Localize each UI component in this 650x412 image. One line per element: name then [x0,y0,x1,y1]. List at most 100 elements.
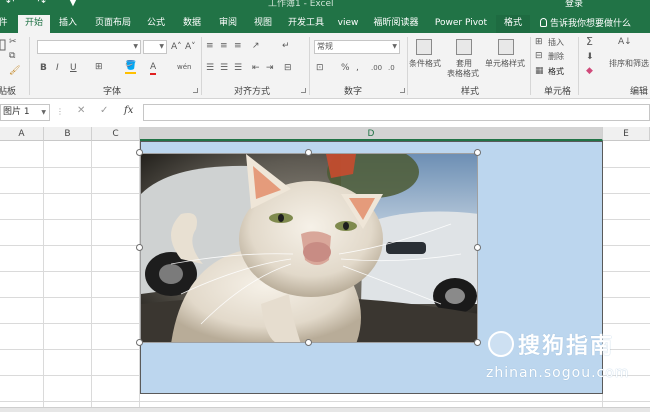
column-header-e[interactable]: E [603,127,650,141]
column-header-c[interactable]: C [92,127,140,141]
cell-styles-icon[interactable] [498,39,514,55]
tab-foxit-reader[interactable]: 福昕阅读器 [371,15,421,33]
format-cells-button[interactable]: 格式 [548,67,564,77]
font-name-box[interactable]: ▼ [37,40,141,54]
decrease-font-icon[interactable]: A˅ [185,42,196,53]
sort-filter-button[interactable]: 排序和筛选 [609,59,649,69]
tab-view[interactable]: 视图 [248,15,278,33]
cell-styles-button[interactable]: 单元格样式 [485,59,525,69]
tab-data[interactable]: 数据 [177,15,207,33]
bottom-align-icon[interactable]: ≡ [234,41,242,52]
tab-home[interactable]: 开始 [18,15,50,33]
fill-icon[interactable]: ⬇ [586,52,594,63]
borders-icon[interactable]: ⊞ [95,62,103,73]
resize-handle-top-left[interactable] [136,149,143,156]
percent-style-button[interactable]: % [341,63,350,74]
conditional-format-icon[interactable] [416,39,432,55]
decrease-decimal-icon[interactable]: .0 [388,63,395,74]
formula-bar: 图片 1 ▼ ⋮ ✕ ✓ fx [0,99,650,127]
merge-center-icon[interactable]: ⊟ [284,63,292,74]
table-format-icon[interactable] [456,39,472,55]
sheet-tab-strip [0,407,650,412]
italic-button[interactable]: I [56,63,59,74]
middle-align-icon[interactable]: ≡ [220,41,228,52]
wrap-text-icon[interactable]: ↵ [282,41,290,52]
tab-power-pivot[interactable]: Power Pivot [430,15,492,33]
outdent-icon[interactable]: ⇥ [266,63,274,74]
align-left-icon[interactable]: ☰ [206,63,214,74]
resize-handle-bottom-left[interactable] [136,339,143,346]
format-painter-icon[interactable]: 🖌 [9,66,20,77]
delete-cells-button[interactable]: 删除 [548,52,564,62]
group-divider [530,37,531,95]
accounting-format-icon[interactable]: ⊡ [316,63,324,74]
resize-handle-top[interactable] [305,149,312,156]
delete-cells-icon[interactable]: ⊟ [535,51,543,62]
resize-handle-right[interactable] [474,244,481,251]
copy-icon[interactable]: ⧉ [9,51,15,62]
font-size-box[interactable]: ▼ [143,40,167,54]
chevron-down-icon: ▼ [159,43,164,50]
column-header-d[interactable]: D [140,127,603,141]
tab-page-layout[interactable]: 页面布局 [88,15,138,33]
underline-button[interactable]: U [70,63,77,74]
cut-icon[interactable]: ✂ [9,37,17,48]
increase-font-icon[interactable]: A˄ [171,42,182,53]
tab-formulas[interactable]: 公式 [141,15,171,33]
login-link[interactable]: 登录 [565,0,583,9]
quick-access-toolbar[interactable]: ↶ ↷ ▼ [6,0,87,8]
tab-picture-format[interactable]: 格式 [496,15,530,33]
format-cells-icon[interactable]: ▦ [535,66,544,77]
name-box[interactable]: 图片 1 ▼ [0,104,50,121]
resize-handle-top-right[interactable] [474,149,481,156]
increase-decimal-icon[interactable]: .00 [371,63,382,74]
formula-input[interactable] [143,104,650,121]
table-format-label-2[interactable]: 表格格式 [447,69,479,79]
cells-group-label: 单元格 [544,87,572,97]
bold-button[interactable]: B [40,63,47,74]
comma-style-button[interactable]: , [356,63,359,74]
group-divider [29,37,30,95]
tab-insert[interactable]: 插入 [53,15,83,33]
alignment-dialog-launcher-icon[interactable] [301,88,306,93]
cat-photo [141,154,477,342]
font-color-button[interactable]: A [150,62,157,75]
inserted-picture[interactable] [140,153,478,343]
align-center-icon[interactable]: ☰ [220,63,228,74]
tab-developer[interactable]: 开发工具 [284,15,328,33]
column-header-a[interactable]: A [0,127,44,141]
resize-handle-bottom[interactable] [305,339,312,346]
number-dialog-launcher-icon[interactable] [400,88,405,93]
title-bar: ↶ ↷ ▼ 工作簿1 - Excel 登录 [0,0,650,12]
number-format-value: 常规 [317,42,333,51]
number-format-box[interactable]: 常规 ▼ [314,40,400,54]
number-group-label: 数字 [344,87,363,97]
insert-function-button[interactable]: fx [124,105,133,116]
tell-me-search[interactable]: 告诉我你想要做什么 [540,16,631,29]
tab-file[interactable]: 件 [0,15,12,33]
paste-icon[interactable] [0,39,6,51]
align-right-icon[interactable]: ☰ [234,63,242,74]
insert-cells-icon[interactable]: ⊞ [535,37,543,48]
resize-handle-left[interactable] [136,244,143,251]
table-format-label-1[interactable]: 套用 [456,59,472,69]
fill-color-icon[interactable]: 🪣 [125,61,137,74]
resize-handle-bottom-right[interactable] [474,339,481,346]
ribbon-home: ✂ ⧉ 🖌 贴板 ▼ ▼ A˄ A˅ B I U ⊞ 🪣 A wén 字体 ≡ … [0,33,650,99]
cancel-entry-button[interactable]: ✕ [77,105,85,116]
alignment-group-label: 对齐方式 [234,87,271,97]
orientation-icon[interactable]: ↗ [252,41,260,52]
font-dialog-launcher-icon[interactable] [193,88,198,93]
column-header-b[interactable]: B [44,127,92,141]
phonetic-icon[interactable]: wén [177,62,191,73]
autosum-button[interactable]: Σ [586,36,593,47]
insert-cells-button[interactable]: 插入 [548,38,564,48]
clear-icon[interactable]: ◆ [586,66,593,77]
confirm-entry-button[interactable]: ✓ [100,105,108,116]
sort-icon[interactable]: A↓ [618,37,632,48]
conditional-format-button[interactable]: 条件格式 [409,59,441,69]
indent-icon[interactable]: ⇤ [252,63,260,74]
top-align-icon[interactable]: ≡ [206,41,214,52]
tab-review[interactable]: 审阅 [213,15,243,33]
tab-view-en[interactable]: view [333,15,363,33]
